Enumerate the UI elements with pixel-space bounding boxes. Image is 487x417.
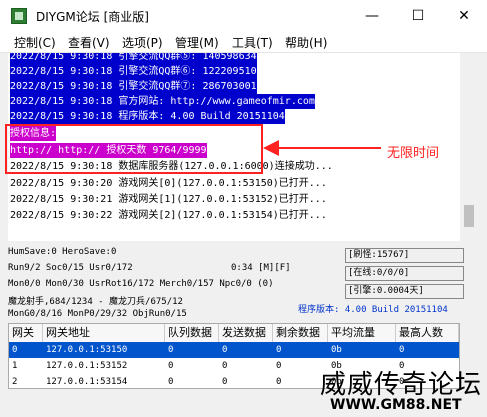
- menu-tools[interactable]: 工具(T): [232, 34, 273, 51]
- table-cell: 0: [222, 345, 228, 355]
- table-cell: 0b: [331, 345, 342, 355]
- watermark-title: 威威传奇论坛: [320, 370, 483, 400]
- stat-monster-names: 魔龙射手,684/1234 - 魔龙刀兵/675/12: [8, 297, 183, 307]
- table-cell: 2: [12, 377, 18, 387]
- stat-mon: Mon0/0 Mon0/30 UsrRot16/172 Merch0/157 N…: [8, 279, 274, 289]
- log-line: 2022/8/15 9:30:18 程序版本: 4.00 Build 20151…: [10, 109, 285, 124]
- col-max-users[interactable]: 最高人数: [396, 324, 459, 342]
- refresh-count-box: [刷怪:15767]: [345, 248, 464, 263]
- arrow-icon: [263, 140, 381, 156]
- col-remain[interactable]: 剩余数据: [273, 324, 328, 342]
- table-cell: 127.0.0.1:53150: [46, 345, 128, 355]
- log-line: 2022/8/15 9:30:18 引擎交流QQ群⑦: 286703001: [10, 79, 257, 94]
- title-bar: DIYGM论坛 [商业版] — ☐ ✕: [0, 0, 487, 32]
- table-cell: 0: [12, 345, 18, 355]
- stat-timer: 0:34 [M][F]: [231, 263, 291, 273]
- engine-time-box: [引擎:0.0004天]: [345, 284, 464, 299]
- menu-manage[interactable]: 管理(M): [175, 34, 219, 51]
- col-send[interactable]: 发送数据: [219, 324, 273, 342]
- main-window: DIYGM论坛 [商业版] — ☐ ✕ 控制(C) 查看(V) 选项(P) 管理…: [0, 0, 487, 417]
- table-cell: 0: [399, 345, 405, 355]
- table-cell: 0: [168, 361, 174, 371]
- maximize-button[interactable]: ☐: [395, 0, 441, 32]
- annotation-label: 无限时间: [387, 146, 440, 161]
- stat-mong: MonG0/8/16 MonP0/29/32 ObjRun0/15: [8, 309, 187, 319]
- table-cell: 0: [222, 361, 228, 371]
- online-count-box: [在线:0/0/0]: [345, 266, 464, 281]
- log-scroll-thumb[interactable]: [464, 205, 474, 227]
- menu-bar: 控制(C) 查看(V) 选项(P) 管理(M) 工具(T) 帮助(H): [0, 32, 487, 53]
- table-cell: 127.0.0.1:53154: [46, 377, 128, 387]
- watermark-url: WWW.GM88.NET: [330, 397, 462, 413]
- window-title: DIYGM论坛 [商业版]: [36, 10, 149, 24]
- table-cell: 0: [276, 361, 282, 371]
- col-address[interactable]: 网关地址: [43, 324, 165, 342]
- table-cell: 0: [168, 377, 174, 387]
- stat-save: HumSave:0 HeroSave:0: [8, 247, 117, 257]
- table-cell: 0: [222, 377, 228, 387]
- table-cell: 127.0.0.1:53152: [46, 361, 128, 371]
- log-line: 2022/8/15 9:30:18 引擎交流QQ群⑥: 122209510: [10, 64, 257, 79]
- table-cell: 0: [276, 345, 282, 355]
- app-icon: [11, 8, 27, 24]
- table-cell: 0: [276, 377, 282, 387]
- menu-control[interactable]: 控制(C): [14, 34, 56, 51]
- menu-options[interactable]: 选项(P): [122, 34, 163, 51]
- close-button[interactable]: ✕: [441, 0, 487, 32]
- log-line: 2022/8/15 9:30:20 游戏网关[0](127.0.0.1:5315…: [10, 178, 327, 189]
- table-cell: 1: [12, 361, 18, 371]
- log-line: 2022/8/15 9:30:18 官方网站: http://www.gameo…: [10, 94, 315, 109]
- log-line: 2022/8/15 9:30:22 游戏网关[2](127.0.0.1:5315…: [10, 210, 327, 221]
- col-gateway[interactable]: 网关: [9, 324, 43, 342]
- menu-view[interactable]: 查看(V): [68, 34, 110, 51]
- version-text: 程序版本: 4.00 Build 20151104: [298, 305, 448, 315]
- table-cell: 0: [168, 345, 174, 355]
- log-line: 2022/8/15 9:30:18 引擎交流QQ群⑤: 140598634: [10, 53, 257, 64]
- menu-help[interactable]: 帮助(H): [285, 34, 327, 51]
- stat-run: Run9/2 Soc0/15 Usr0/172: [8, 263, 133, 273]
- highlight-box: [5, 124, 263, 174]
- col-avg-traffic[interactable]: 平均流量: [328, 324, 396, 342]
- log-line: 2022/8/15 9:30:21 游戏网关[1](127.0.0.1:5315…: [10, 194, 327, 205]
- minimize-button[interactable]: —: [349, 0, 395, 32]
- col-queue[interactable]: 队列数据: [165, 324, 219, 342]
